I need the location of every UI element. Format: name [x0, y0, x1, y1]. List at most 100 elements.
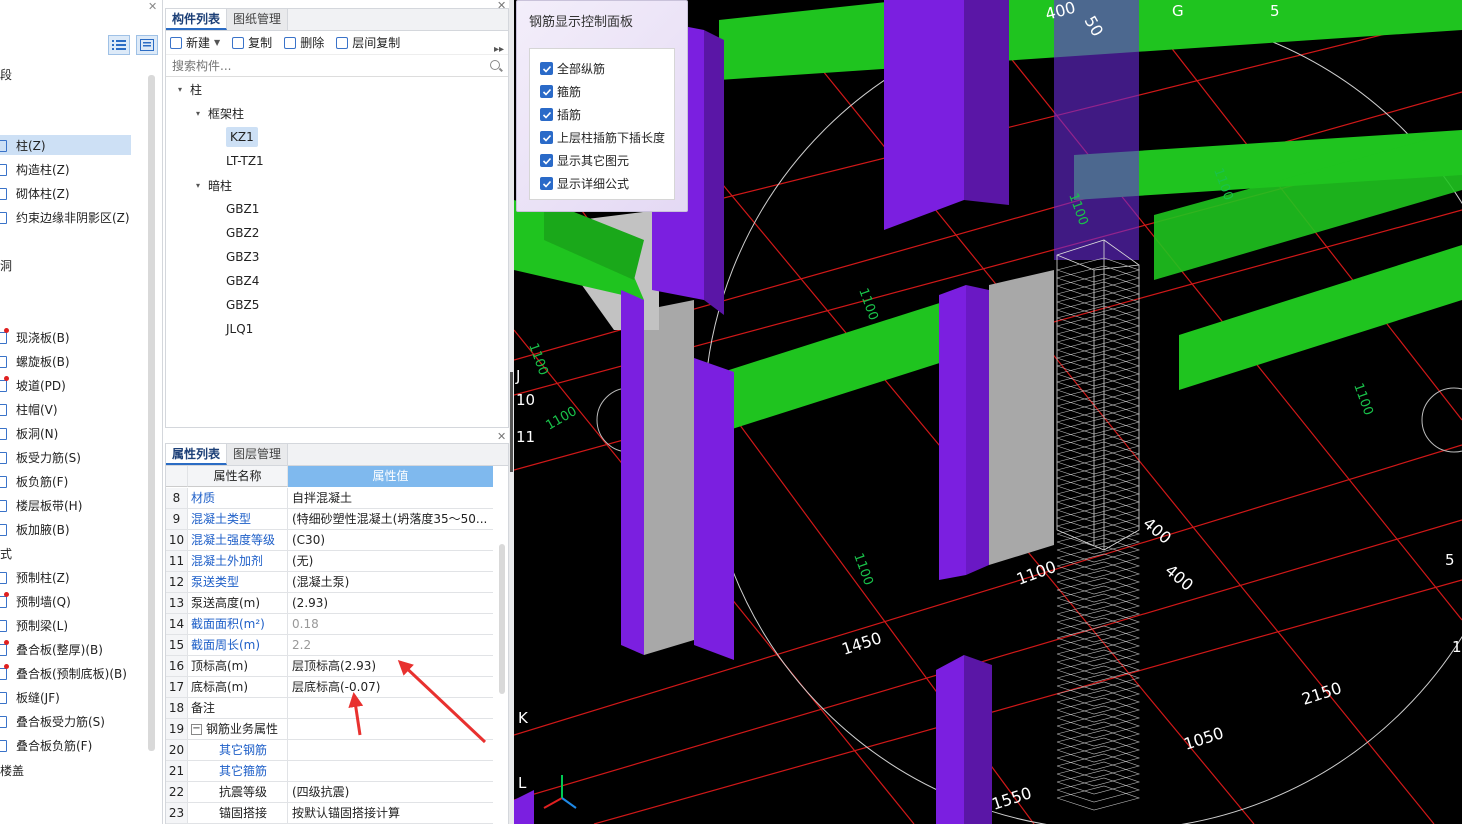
property-value[interactable] [288, 761, 493, 781]
tree-component-item[interactable]: KZ1 [226, 127, 258, 147]
nav-item[interactable]: 板受力筋(S) [0, 447, 81, 467]
splitter-grip[interactable] [510, 372, 513, 472]
property-value[interactable]: (2.93) [288, 593, 493, 613]
property-value[interactable]: 按默认锚固搭接计算 [288, 803, 493, 823]
more-icon[interactable]: ▸▸ [494, 44, 504, 55]
3d-viewport[interactable]: G 5 J 10 11 K L 5 1 1100 1450 2150 1050 … [514, 0, 1462, 824]
slab-hole-icon [0, 426, 12, 440]
property-row[interactable]: 14 截面面积(m²) 0.18 [166, 614, 493, 635]
precast-beam-icon [0, 618, 12, 632]
tree-component-item[interactable]: GBZ4 [226, 271, 259, 291]
nav-item[interactable]: 螺旋板(B) [0, 351, 70, 371]
row-number: 21 [166, 761, 188, 781]
property-row[interactable]: 11 混凝土外加剂 (无) [166, 551, 493, 572]
chevron-down-icon[interactable]: ▾ [196, 109, 208, 118]
nav-item[interactable]: 现浇板(B) [0, 327, 70, 347]
property-row[interactable]: 21 其它箍筋 [166, 761, 493, 782]
list-view-button[interactable] [108, 35, 130, 55]
property-row[interactable]: 23 锚固搭接 按默认锚固搭接计算 [166, 803, 493, 824]
nav-item[interactable]: 柱(Z) [0, 135, 131, 155]
property-value[interactable]: (无) [288, 551, 493, 571]
nav-item[interactable]: 柱帽(V) [0, 399, 58, 419]
tree-group[interactable]: ▾ 框架柱 [196, 103, 244, 123]
checkmark-icon[interactable] [540, 131, 553, 144]
rebar-option-checkbox[interactable]: 显示其它图元 [540, 152, 629, 169]
stirrup-line [1056, 273, 1141, 299]
search-icon[interactable] [490, 60, 500, 70]
property-row[interactable]: 12 泵送类型 (混凝土泵) [166, 572, 493, 593]
property-row[interactable]: 8 材质 自拌混凝土 [166, 488, 493, 509]
nav-item[interactable]: 板缝(JF) [0, 687, 60, 707]
copy-button[interactable]: 复制 [232, 34, 272, 51]
component-type-nav: ✕ 段 洞 式 楼盖 柱(Z) 构造柱(Z) 砌体柱(Z) 约束边缘非阴影区(Z) 现浇… [0, 0, 163, 824]
stirrup-line [1056, 641, 1141, 667]
nav-scrollbar[interactable] [148, 75, 155, 751]
checkmark-icon[interactable] [540, 108, 553, 121]
property-tabs: 属性列表 图层管理 [166, 444, 508, 466]
nav-item[interactable]: 预制柱(Z) [0, 567, 70, 587]
tab-layer-management[interactable]: 图层管理 [227, 444, 289, 465]
rebar-option-checkbox[interactable]: 上层柱插筋下插长度 [540, 129, 665, 146]
tree-component-item[interactable]: GBZ1 [226, 199, 259, 219]
nav-item[interactable]: 砌体柱(Z) [0, 183, 70, 203]
tree-component-item[interactable]: GBZ3 [226, 247, 259, 267]
delete-button[interactable]: 删除 [284, 34, 324, 51]
property-name: − 钢筋业务属性 [188, 719, 288, 739]
property-row[interactable]: 22 抗震等级 (四级抗震) [166, 782, 493, 803]
new-button[interactable]: 新建 ▼ [170, 34, 220, 51]
axis-bubble [1421, 387, 1462, 453]
tab-component-list[interactable]: 构件列表 [166, 9, 228, 30]
nav-item[interactable]: 楼层板带(H) [0, 495, 82, 515]
tree-component-item[interactable]: LT-TZ1 [226, 151, 264, 171]
nav-item[interactable]: 叠合板(整厚)(B) [0, 639, 103, 659]
nav-item[interactable]: 坡道(PD) [0, 375, 66, 395]
tree-root[interactable]: ▾ 柱 [178, 79, 202, 99]
tab-property-list[interactable]: 属性列表 [166, 444, 228, 465]
floor-copy-button[interactable]: 层间复制 [336, 34, 400, 51]
nav-item[interactable]: 板加腋(B) [0, 519, 70, 539]
rebar-option-checkbox[interactable]: 显示详细公式 [540, 175, 629, 192]
checkmark-icon[interactable] [540, 177, 553, 190]
rebar-option-label: 插筋 [557, 108, 582, 122]
collapse-icon[interactable]: − [191, 724, 202, 735]
chevron-down-icon[interactable]: ▾ [196, 181, 208, 190]
nav-item[interactable]: 约束边缘非阴影区(Z) [0, 207, 130, 227]
tree-group[interactable]: ▾ 暗柱 [196, 175, 232, 195]
checkmark-icon[interactable] [540, 154, 553, 167]
tab-drawing-management[interactable]: 图纸管理 [227, 9, 289, 30]
checkmark-icon[interactable] [540, 62, 553, 75]
axis-label: 11 [516, 428, 535, 446]
tree-component-item[interactable]: JLQ1 [226, 319, 253, 339]
rebar-option-checkbox[interactable]: 全部纵筋 [540, 60, 605, 77]
nav-item[interactable]: 预制梁(L) [0, 615, 68, 635]
property-value[interactable]: 0.18 [288, 614, 493, 634]
stirrup-line [1056, 345, 1141, 371]
property-row[interactable]: 10 混凝土强度等级 (C30) [166, 530, 493, 551]
nav-item[interactable]: 叠合板负筋(F) [0, 735, 92, 755]
property-value[interactable]: 自拌混凝土 [288, 488, 493, 508]
property-row[interactable]: 13 泵送高度(m) (2.93) [166, 593, 493, 614]
property-value[interactable]: (特细砂塑性混凝土(坍落度35～50... [288, 509, 493, 529]
detail-view-button[interactable] [136, 35, 158, 55]
rebar-option-checkbox[interactable]: 插筋 [540, 106, 581, 123]
property-value[interactable]: (混凝土泵) [288, 572, 493, 592]
nav-item[interactable]: 构造柱(Z) [0, 159, 70, 179]
tree-component-item[interactable]: GBZ5 [226, 295, 259, 315]
checkmark-icon[interactable] [540, 85, 553, 98]
property-value[interactable]: (C30) [288, 530, 493, 550]
stirrup-line [1056, 785, 1141, 811]
rebar-option-checkbox[interactable]: 箍筋 [540, 83, 581, 100]
property-value[interactable]: (四级抗震) [288, 782, 493, 802]
property-row[interactable]: 9 混凝土类型 (特细砂塑性混凝土(坍落度35～50... [166, 509, 493, 530]
nav-item[interactable]: 预制墙(Q) [0, 591, 71, 611]
nav-item[interactable]: 叠合板(预制底板)(B) [0, 663, 127, 683]
nav-item[interactable]: 叠合板受力筋(S) [0, 711, 105, 731]
chevron-down-icon[interactable]: ▾ [178, 85, 190, 94]
chevron-down-icon[interactable]: ▼ [214, 38, 220, 47]
nav-item[interactable]: 板洞(N) [0, 423, 58, 443]
tree-component-item[interactable]: GBZ2 [226, 223, 259, 243]
tree-label: LT-TZ1 [226, 154, 264, 168]
nav-item[interactable]: 板负筋(F) [0, 471, 68, 491]
search-input[interactable] [172, 58, 472, 73]
nav-close-icon[interactable]: ✕ [148, 0, 157, 13]
